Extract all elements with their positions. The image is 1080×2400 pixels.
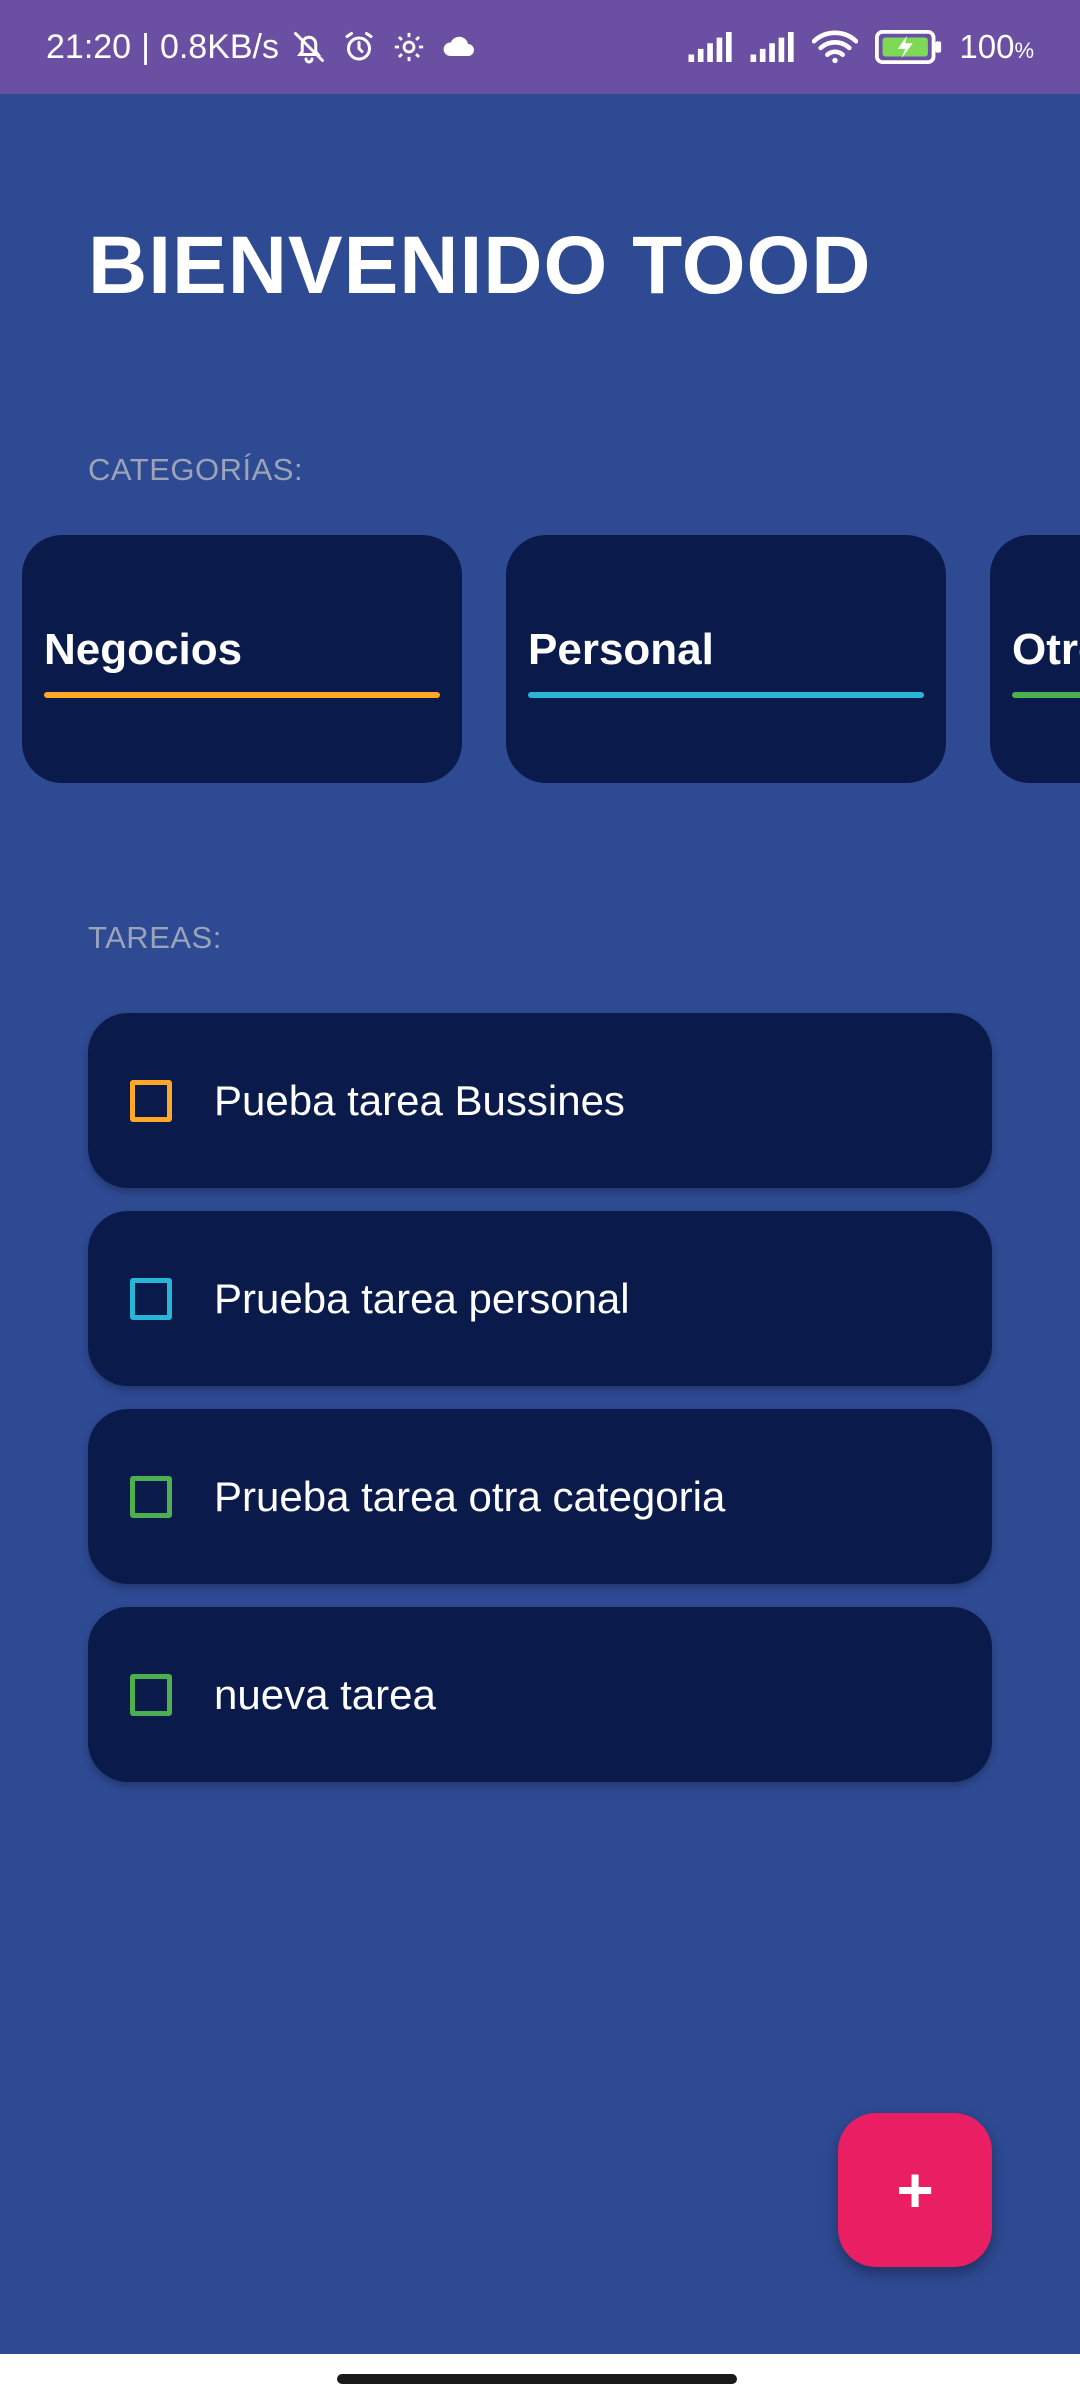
signal-icon [749, 27, 797, 67]
category-color-bar [1012, 692, 1080, 698]
status-separator: | [141, 27, 150, 66]
category-name: Otros [1012, 625, 1080, 674]
category-color-bar [528, 692, 924, 698]
signal-icon [687, 27, 735, 67]
status-left: 21:20 | 0.8KB/s [46, 27, 479, 67]
task-text: Pueba tarea Bussines [214, 1076, 625, 1124]
category-color-bar [44, 692, 440, 698]
task-checkbox[interactable] [130, 1673, 172, 1716]
tasks-label: TAREAS: [88, 920, 222, 955]
task-checkbox[interactable] [130, 1277, 172, 1320]
task-row[interactable]: Prueba tarea otra categoria [88, 1409, 992, 1584]
categories-label: CATEGORÍAS: [88, 452, 304, 487]
settings-icon [389, 27, 429, 67]
home-indicator[interactable] [337, 2374, 737, 2384]
task-checkbox[interactable] [130, 1079, 172, 1122]
status-right: 100% [687, 27, 1034, 67]
status-time: 21:20 [46, 27, 132, 66]
add-task-button[interactable]: + [838, 2113, 992, 2267]
wifi-icon [811, 27, 859, 67]
task-row[interactable]: nueva tarea [88, 1607, 992, 1782]
category-card-personal[interactable]: Personal [506, 535, 946, 783]
page-title: BIENVENIDO TOOD [88, 220, 872, 311]
status-bar: 21:20 | 0.8KB/s 100% [0, 0, 1080, 94]
battery-charging-icon [873, 27, 945, 67]
task-row[interactable]: Pueba tarea Bussines [88, 1013, 992, 1188]
task-list: Pueba tarea Bussines Prueba tarea person… [88, 1013, 992, 1805]
plus-icon: + [896, 2154, 934, 2226]
category-name: Personal [528, 625, 714, 674]
category-name: Negocios [44, 625, 243, 674]
category-card-otros[interactable]: Otros [990, 535, 1080, 783]
cloud-icon [439, 27, 479, 67]
status-speed: 0.8KB/s [159, 27, 280, 66]
categories-carousel[interactable]: Negocios Personal Otros [0, 535, 1080, 785]
task-checkbox[interactable] [130, 1475, 172, 1518]
bell-off-icon [289, 27, 329, 67]
alarm-icon [339, 27, 379, 67]
task-text: Prueba tarea otra categoria [214, 1472, 726, 1520]
task-text: Prueba tarea personal [214, 1274, 630, 1322]
category-card-negocios[interactable]: Negocios [22, 535, 462, 783]
task-row[interactable]: Prueba tarea personal [88, 1211, 992, 1386]
battery-percentage: 100% [959, 28, 1034, 65]
task-text: nueva tarea [214, 1670, 436, 1718]
